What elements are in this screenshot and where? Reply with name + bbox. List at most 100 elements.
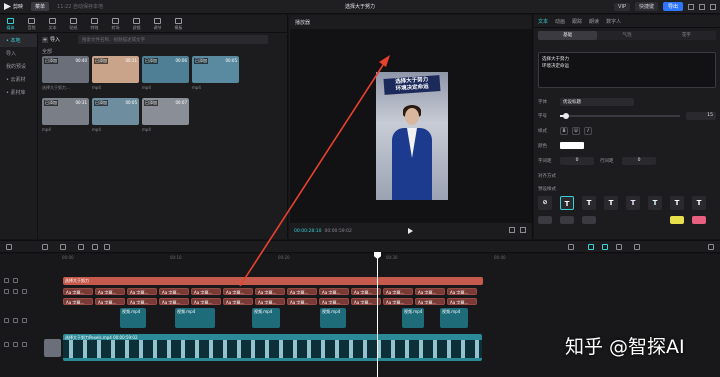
preset-style-1[interactable]: T [560,196,574,210]
tab-audio[interactable]: 音频 [21,15,42,33]
video-clip[interactable]: 视频.mp4 [120,308,146,328]
subtitle-clip[interactable]: Aa 字幕... [383,298,413,305]
video-clip[interactable]: 视频.mp4 [320,308,346,328]
size-slider-knob[interactable] [563,113,569,119]
tab-filters[interactable]: 滤镜 [126,15,147,33]
preview-axis-icon[interactable] [616,244,622,250]
link-icon[interactable] [588,244,594,250]
subtab-bubble[interactable]: 气泡 [597,31,656,40]
subtitle-clip[interactable]: Aa 字幕... [223,298,253,305]
select-icon[interactable] [6,244,12,250]
zoom-out-icon[interactable] [634,244,640,250]
subtitle-clip[interactable]: Aa 字幕... [63,298,93,305]
close-icon[interactable] [710,3,716,10]
media-thumb[interactable]: 已添加 00:05 mp4 [92,98,139,136]
maximize-icon[interactable] [699,3,705,10]
search-input[interactable]: 搜索文件名称、视频描述或文字 [78,35,268,44]
subtitle-clip[interactable]: Aa 字幕... [191,298,221,305]
subtab-basic[interactable]: 基础 [538,31,598,40]
vip-chip[interactable]: VIP [614,2,630,11]
tab-text[interactable]: 文本 [42,15,63,33]
letter-spacing-input[interactable]: 0 [560,157,594,165]
italic-button[interactable]: I [584,127,592,135]
side-item-import[interactable]: 导入 [0,47,37,60]
subtitle-clip[interactable]: Aa 字幕... [447,288,477,295]
audio-icon[interactable] [22,318,27,323]
subtitle-clip[interactable]: Aa 字幕... [127,298,157,305]
size-slider[interactable] [560,113,680,119]
tab-adjust[interactable]: 调节 [147,15,168,33]
text-track-clip[interactable]: 选择大于努力 [63,277,483,285]
subtitle-clip[interactable]: Aa 字幕... [223,288,253,295]
preset-style-9[interactable] [560,216,574,224]
ratio-icon[interactable] [509,227,515,233]
media-thumb[interactable]: 已添加 00:05 mp4 [192,56,239,94]
subtitle-clip[interactable]: Aa 字幕... [415,288,445,295]
tab-stickers[interactable]: 贴纸 [63,15,84,33]
delete-icon[interactable] [104,244,110,250]
tab-effects[interactable]: 特效 [84,15,105,33]
media-thumb[interactable]: 已添加 00:07 mp4 [142,98,189,136]
playhead[interactable] [377,252,378,377]
subtitle-clip[interactable]: Aa 字幕... [319,288,349,295]
subtitle-clip[interactable]: Aa 字幕... [63,288,93,295]
eye-icon[interactable] [13,289,18,294]
preset-style-7[interactable]: T [692,196,706,210]
text-content-field[interactable]: 选择大于努力 环境决定命运 [538,52,716,88]
subtitle-clip[interactable]: Aa 字幕... [255,298,285,305]
split-left-icon[interactable] [78,244,84,250]
media-thumb[interactable]: 已添加 00:31 mp4 [42,98,89,136]
zoom-in-icon[interactable] [708,244,714,250]
tab-transitions[interactable]: 转场 [105,15,126,33]
video-title-overlay[interactable]: 选择大于努力 环境决定命运 [383,75,441,95]
subtitle-clip[interactable]: Aa 字幕... [319,298,349,305]
eye-icon[interactable] [13,278,18,283]
preset-style-5[interactable]: T [648,196,662,210]
size-input[interactable]: 15 [686,112,716,120]
lock-icon[interactable] [4,318,9,323]
fullscreen-icon[interactable] [520,227,526,233]
tab-digital-human[interactable]: 数字人 [606,18,621,25]
video-clip[interactable]: 视频.mp4 [402,308,424,328]
export-button[interactable]: 导出 [662,2,683,11]
bold-button[interactable]: B [560,127,568,135]
subtitle-clip[interactable]: Aa 字幕... [159,288,189,295]
subtitle-clip[interactable]: Aa 字幕... [383,288,413,295]
split-right-icon[interactable] [92,244,98,250]
preset-style-2[interactable]: T [582,196,596,210]
subtitle-clip[interactable]: Aa 字幕... [95,298,125,305]
lock-icon[interactable] [4,289,9,294]
video-clip[interactable]: 视频.mp4 [440,308,468,328]
subtitle-clip[interactable]: Aa 字幕... [159,298,189,305]
subtitle-clip[interactable]: Aa 字幕... [191,288,221,295]
import-button[interactable]: + 导入 [42,36,60,43]
preset-style-4[interactable]: T [626,196,640,210]
eye-icon[interactable] [13,342,18,347]
preset-style-3[interactable]: T [604,196,618,210]
undo-icon[interactable] [42,244,48,250]
mic-icon[interactable] [568,244,574,250]
menu-button[interactable]: 菜单 [31,2,50,11]
subtitle-clip[interactable]: Aa 字幕... [415,298,445,305]
player-viewport[interactable]: 选择大于努力 环境决定命运 [290,29,532,223]
preset-style-12[interactable] [692,216,706,224]
side-item-cloud[interactable]: • 云素材 [0,73,37,86]
subtitle-clip[interactable]: Aa 字幕... [255,288,285,295]
tab-media[interactable]: 媒体 [0,15,21,33]
audio-icon[interactable] [22,342,27,347]
line-spacing-input[interactable]: 0 [622,157,656,165]
media-thumb[interactable]: 已添加 00:11 mp4 [92,56,139,94]
subtitle-clip[interactable]: Aa 字幕... [287,298,317,305]
cover-thumbnail[interactable] [44,339,61,357]
media-thumb[interactable]: 已添加 00:40 选择大于努力... [42,56,89,94]
media-thumb[interactable]: 已添加 00:06 mp4 [142,56,189,94]
tab-tracking[interactable]: 跟踪 [572,18,582,25]
preset-style-6[interactable]: T [670,196,684,210]
subtitle-clip[interactable]: Aa 字幕... [127,288,157,295]
main-video-clip[interactable]: 选择大于努力Pexels.mp4 00:00:59:02 [63,334,482,361]
side-item-presets[interactable]: 我的预设 [0,60,37,73]
eye-icon[interactable] [13,318,18,323]
split-icon[interactable] [60,244,66,250]
subtab-fancy[interactable]: 花字 [657,31,716,40]
subtitle-clip[interactable]: Aa 字幕... [447,298,477,305]
